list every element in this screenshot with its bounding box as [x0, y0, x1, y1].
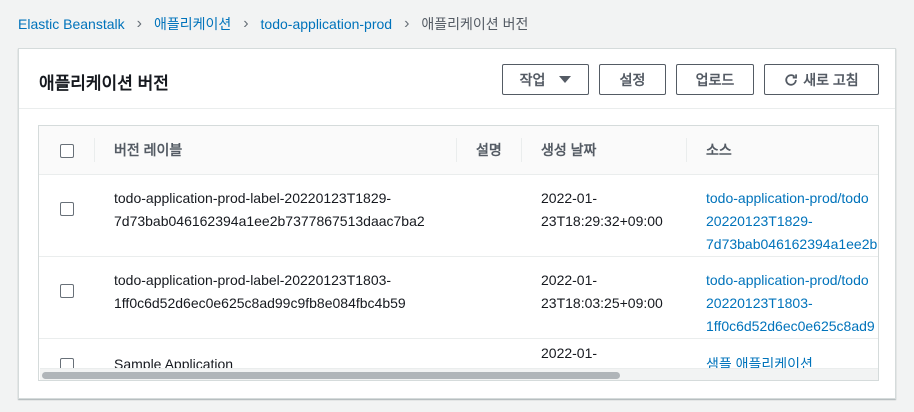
breadcrumb-elastic-beanstalk[interactable]: Elastic Beanstalk — [18, 16, 125, 32]
creation-date: 2022-01- 23T18:29:32+09:00 — [541, 189, 663, 229]
panel-header: 애플리케이션 버전 작업 설정 업로드 새로 고침 — [19, 49, 895, 109]
version-label-cell: todo-application-prod-label-20220123T180… — [94, 256, 456, 339]
refresh-button[interactable]: 새로 고침 — [764, 64, 879, 95]
source-link[interactable]: todo-application-prod/todo 20220123T1829… — [706, 190, 877, 252]
version-label: todo-application-prod-label-20220123T182… — [114, 189, 425, 229]
breadcrumb-current: 애플리케이션 버전 — [421, 16, 529, 32]
description-cell — [456, 174, 521, 257]
header-date[interactable]: 생성 날짜 — [521, 126, 686, 175]
version-label-cell: todo-application-prod-label-20220123T182… — [94, 174, 456, 257]
table-row[interactable]: todo-application-prod-label-20220123T182… — [39, 174, 878, 257]
breadcrumb-applications[interactable]: 애플리케이션 — [154, 14, 231, 34]
row-select-cell — [39, 256, 94, 339]
source-link[interactable]: todo-application-prod/todo 20220123T1803… — [706, 272, 875, 334]
header-select-all — [39, 126, 94, 175]
versions-table: 버전 레이블 설명 생성 날짜 소스 todo-application-prod… — [39, 126, 878, 380]
select-all-checkbox[interactable] — [59, 143, 74, 158]
date-cell: 2022-01- 23T18:03:25+09:00 — [521, 256, 686, 339]
date-cell: 2022-01- 23T18:29:32+09:00 — [521, 174, 686, 257]
creation-date: 2022-01- 23T18:03:25+09:00 — [541, 271, 663, 311]
header-date-text: 생성 날짜 — [541, 141, 597, 158]
chevron-right-icon: › — [404, 15, 410, 32]
header-version-label-text: 버전 레이블 — [114, 141, 183, 158]
scrollbar-thumb[interactable] — [42, 372, 620, 379]
header-description-text: 설명 — [476, 141, 502, 158]
header-source[interactable]: 소스 — [686, 126, 878, 175]
versions-table-container: 버전 레이블 설명 생성 날짜 소스 todo-application-prod… — [38, 125, 879, 381]
upload-label: 업로드 — [695, 71, 735, 88]
header-description[interactable]: 설명 — [456, 126, 521, 175]
refresh-icon — [785, 73, 798, 86]
horizontal-scrollbar[interactable] — [40, 368, 878, 380]
source-cell: todo-application-prod/todo 20220123T1829… — [686, 174, 878, 257]
column-divider — [94, 138, 95, 162]
version-label: todo-application-prod-label-20220123T180… — [114, 271, 406, 311]
column-divider — [456, 138, 457, 162]
breadcrumb-application[interactable]: todo-application-prod — [261, 16, 393, 32]
settings-label: 설정 — [619, 71, 646, 88]
application-versions-panel: 애플리케이션 버전 작업 설정 업로드 새로 고침 버전 레이블 설명 생성 날… — [18, 48, 896, 399]
row-checkbox[interactable] — [59, 283, 74, 298]
caret-down-icon — [559, 76, 572, 83]
chevron-right-icon: › — [243, 15, 249, 32]
table-row[interactable]: todo-application-prod-label-20220123T180… — [39, 256, 878, 339]
refresh-label: 새로 고침 — [803, 71, 859, 88]
column-divider — [686, 138, 687, 162]
column-divider — [521, 138, 522, 162]
row-select-cell — [39, 174, 94, 257]
table-header-row: 버전 레이블 설명 생성 날짜 소스 — [39, 126, 878, 175]
breadcrumb: Elastic Beanstalk › 애플리케이션 › todo-applic… — [18, 14, 528, 34]
description-cell — [456, 256, 521, 339]
source-cell: todo-application-prod/todo 20220123T1803… — [686, 256, 878, 339]
settings-button[interactable]: 설정 — [599, 64, 666, 95]
chevron-right-icon: › — [136, 15, 142, 32]
upload-button[interactable]: 업로드 — [676, 64, 754, 95]
actions-button[interactable]: 작업 — [502, 64, 589, 95]
panel-title: 애플리케이션 버전 — [39, 74, 169, 93]
header-version-label[interactable]: 버전 레이블 — [94, 126, 456, 175]
row-checkbox[interactable] — [59, 201, 74, 216]
header-source-text: 소스 — [706, 141, 732, 158]
actions-label: 작업 — [519, 71, 546, 88]
